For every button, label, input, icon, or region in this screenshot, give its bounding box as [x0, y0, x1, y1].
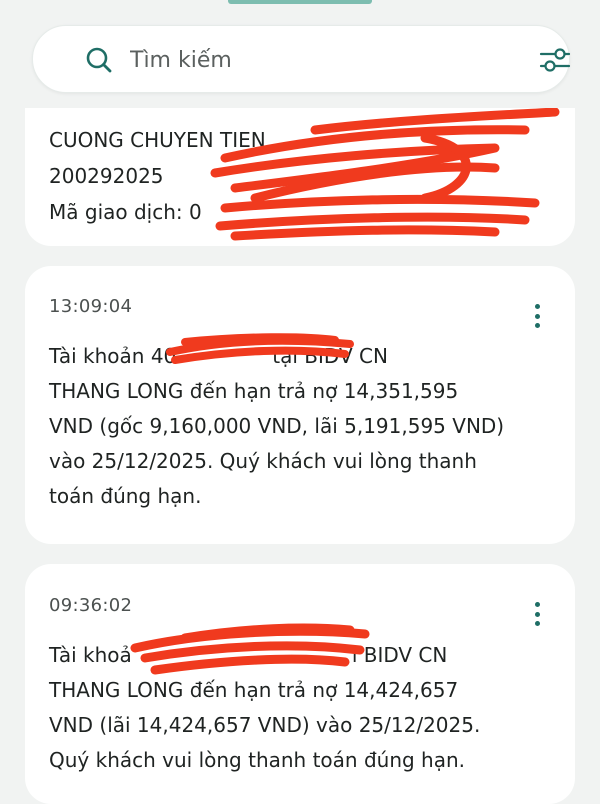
message-line: VND (lãi 14,424,657 VND) vào 25/12/2025. — [49, 713, 481, 737]
message-text: Tài khoản 40 tại BIDV CN THANG LONG đến h… — [49, 339, 559, 514]
message-line: toán đúng hạn. — [49, 484, 202, 508]
message-line-start: Tài khoản 40 — [49, 344, 177, 368]
message-card[interactable]: 09:36:02 Tài khoả i BIDV CN THANG LONG đế… — [25, 564, 575, 804]
message-line: Tài khoản 40 tại BIDV CN — [49, 339, 559, 374]
message-card[interactable]: CUONG CHUYEN TIEN 200292025 Mã giao dịch… — [25, 108, 575, 246]
message-line-end: i BIDV CN — [351, 643, 448, 667]
message-line-start: Tài khoả — [49, 643, 132, 667]
search-input[interactable] — [130, 42, 500, 78]
message-time: 09:36:02 — [49, 595, 133, 616]
more-vertical-icon[interactable] — [525, 300, 549, 332]
message-line: CUONG CHUYEN TIEN — [49, 128, 266, 152]
top-tab-indicator — [228, 0, 372, 4]
message-text: CUONG CHUYEN TIEN 200292025 Mã giao dịch… — [49, 122, 266, 230]
message-line: Quý khách vui lòng thanh toán đúng hạn. — [49, 748, 466, 772]
message-line: Tài khoả i BIDV CN — [49, 638, 559, 673]
message-time: 13:09:04 — [49, 296, 133, 317]
more-vertical-icon[interactable] — [525, 598, 549, 630]
message-line: 200292025 — [49, 164, 164, 188]
message-line: THANG LONG đến hạn trả nợ 14,351,595 — [49, 379, 459, 403]
message-line: THANG LONG đến hạn trả nợ 14,424,657 — [49, 678, 459, 702]
search-icon — [86, 47, 112, 73]
search-bar[interactable] — [32, 25, 572, 93]
message-line: Mã giao dịch: 0 — [49, 200, 202, 224]
message-line: VND (gốc 9,160,000 VND, lãi 5,191,595 VN… — [49, 414, 505, 438]
message-card[interactable]: 13:09:04 Tài khoản 40 tại BIDV CN THANG L… — [25, 266, 575, 544]
message-text: Tài khoả i BIDV CN THANG LONG đến hạn trả… — [49, 638, 559, 778]
message-line: vào 25/12/2025. Quý khách vui lòng thanh — [49, 449, 477, 473]
filter-icon[interactable] — [538, 44, 572, 76]
message-line-end: tại BIDV CN — [272, 344, 388, 368]
